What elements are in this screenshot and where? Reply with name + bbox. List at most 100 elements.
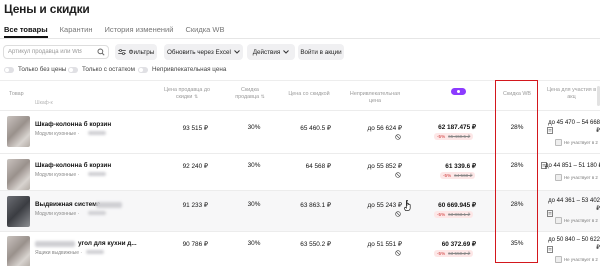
price-after-discount: 63 863.1 ₽ — [300, 202, 331, 209]
update-excel-button[interactable]: Обновить через Excel — [164, 44, 243, 60]
tab-quarantine[interactable]: Карантин — [60, 25, 93, 39]
spp-price: 61 339.6 ₽ — [445, 163, 476, 170]
promo-price-range: до 44 361 – 53 402 ₽ — [548, 198, 600, 212]
promo-price-range: до 45 470 – 54 668 ₽ — [548, 120, 600, 134]
spp-old-price: 64 568 ₽ — [454, 172, 473, 178]
product-thumbnail[interactable] — [7, 159, 30, 190]
blurred-article — [88, 211, 106, 215]
col-header-price-after[interactable]: Цена со скидкой — [285, 91, 333, 98]
product-thumbnail[interactable] — [7, 236, 30, 266]
unattractive-price: до 55 852 ₽ — [367, 163, 402, 170]
toggle-no-price[interactable]: Только без цены — [4, 66, 66, 73]
tabs-divider — [0, 38, 600, 39]
page-title: Цены и скидки — [4, 2, 90, 16]
sort-icon: ⇅ — [193, 93, 199, 100]
spp-discount-tag: -5% 63 863.1 ₽ — [434, 211, 474, 218]
table-top-border — [0, 80, 600, 81]
chevron-down-icon — [234, 50, 240, 54]
search-box — [3, 45, 109, 59]
update-excel-label: Обновить через Excel — [167, 48, 231, 56]
faded-product-text: Шкаф-к — [35, 100, 53, 106]
actions-button[interactable]: Действия — [247, 44, 295, 60]
spp-old-price: 63 863.1 ₽ — [448, 211, 471, 217]
ban-icon — [395, 172, 401, 178]
seller-discount: 30% — [247, 124, 261, 131]
ban-icon — [395, 250, 401, 256]
spp-price: 60 669.945 ₽ — [438, 202, 476, 209]
spp-badge-dot — [457, 90, 460, 93]
seller-discount: 30% — [247, 201, 261, 208]
col-header-product[interactable]: Товар — [9, 91, 24, 98]
ban-icon — [395, 134, 401, 140]
product-name[interactable]: Шкаф-колонна б корзин — [35, 121, 111, 128]
col-header-wb-discount[interactable]: Скидка WB — [497, 91, 537, 98]
price-after-discount: 65 460.5 ₽ — [300, 125, 331, 132]
spp-discount-pct: -5% — [437, 212, 446, 217]
promo-participation-note: Не участвует в 2 — [555, 217, 598, 224]
actions-label: Действия — [252, 48, 281, 56]
tab-wb-discount[interactable]: Скидка WB — [185, 25, 224, 39]
blurred-article — [86, 250, 104, 254]
promo-participation-note: Не участвует в 2 — [555, 174, 598, 181]
spp-discount-pct: -5% — [443, 173, 452, 178]
switch-icon — [138, 66, 148, 73]
spp-old-price: 65 460.5 ₽ — [448, 133, 471, 139]
seller-discount: 30% — [247, 240, 261, 247]
toggle-unattractive[interactable]: Непривлекательная цена — [138, 66, 226, 73]
tab-history[interactable]: История изменений — [104, 25, 173, 39]
spp-discount-tag: -5% 64 568 ₽ — [440, 172, 476, 179]
product-name[interactable]: Шкаф-колонна б корзин — [35, 162, 111, 169]
price-before-discount: 92 240 ₽ — [182, 163, 208, 170]
spp-badge — [451, 88, 466, 95]
spp-price: 62 187.475 ₽ — [438, 124, 476, 131]
price-after-discount: 64 568 ₽ — [305, 163, 331, 170]
toggle-label: Только с остатком — [82, 66, 136, 73]
spp-old-price: 63 550.2 ₽ — [448, 250, 471, 256]
col-header-unattractive[interactable]: Непривлекательная цена — [344, 91, 406, 104]
promo-price-range: до 50 840 – 50 622 ₽ — [548, 237, 600, 251]
search-icon[interactable] — [97, 48, 105, 56]
promo-participation-note: Не участвует в 2 — [555, 256, 598, 263]
col-header-seller-discount[interactable]: Скидка продавца ⇅ — [232, 87, 268, 100]
col-header-price-before[interactable]: Цена продавца до скидки ⇅ — [162, 87, 212, 100]
product-thumbnail[interactable] — [7, 116, 30, 147]
filters-button[interactable]: Фильтры — [115, 44, 157, 60]
unattractive-price: до 55 243 ₽ — [367, 202, 402, 209]
tabs-bar: Все товары Карантин История изменений Ск… — [4, 25, 224, 39]
product-category: Модули кухонные · — [35, 131, 80, 137]
toggle-in-stock[interactable]: Только с остатком — [68, 66, 135, 73]
row-divider — [0, 110, 600, 111]
price-after-discount: 63 550.2 ₽ — [300, 241, 331, 248]
ban-icon — [395, 211, 401, 217]
hand-cursor-icon — [404, 200, 411, 211]
toggle-label: Только без цены — [18, 66, 67, 73]
sort-icon: ⇅ — [260, 93, 265, 100]
product-name[interactable]: Выдвижная система — [35, 201, 100, 208]
search-input[interactable] — [8, 49, 96, 55]
tab-all-products[interactable]: Все товары — [4, 25, 48, 39]
product-thumbnail[interactable] — [7, 196, 30, 227]
blurred-article — [88, 172, 106, 176]
wb-discount-value: 28% — [510, 162, 524, 169]
blurred-article — [88, 131, 106, 135]
sliders-icon — [117, 49, 126, 55]
col-header-promo-price[interactable]: Цена для участия в акц — [543, 87, 600, 100]
spp-discount-tag: -5% 63 550.2 ₽ — [434, 250, 474, 257]
wb-discount-value: 35% — [510, 240, 524, 247]
wb-discount-value: 28% — [510, 124, 524, 131]
price-before-discount: 93 515 ₽ — [182, 125, 208, 132]
filters-button-label: Фильтры — [128, 48, 155, 56]
product-name[interactable]: угол для кухни д... — [78, 240, 137, 247]
wb-discount-highlight — [495, 80, 538, 263]
spp-discount-pct: -5% — [437, 251, 446, 256]
promo-price-range: до 44 851 – 51 180 ₽ — [545, 163, 600, 169]
price-before-discount: 91 233 ₽ — [182, 202, 208, 209]
product-category: Модули кухонные · — [35, 211, 80, 217]
wb-discount-value: 28% — [510, 201, 524, 208]
chevron-down-icon — [283, 50, 290, 54]
row-divider — [0, 153, 600, 154]
join-promo-button[interactable]: Войти в акции — [298, 44, 344, 60]
product-category: Модули кухонные · — [35, 172, 80, 178]
spp-discount-tag: -5% 65 460.5 ₽ — [434, 133, 474, 140]
row-divider — [0, 231, 600, 232]
